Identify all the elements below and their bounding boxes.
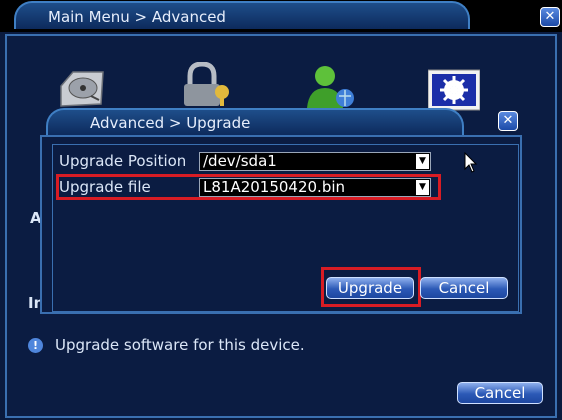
dialog-cancel-button[interactable]: Cancel: [420, 277, 508, 299]
chevron-down-icon[interactable]: ▼: [416, 154, 429, 169]
title-bar: Main Menu > Advanced ✕: [0, 0, 562, 32]
hard-disk-icon[interactable]: [55, 66, 107, 110]
settings-gear-icon[interactable]: [428, 68, 480, 112]
upgrade-position-value: /dev/sda1: [203, 152, 277, 170]
upgrade-position-label: Upgrade Position: [59, 152, 187, 170]
dialog-breadcrumb: Advanced > Upgrade: [46, 108, 464, 135]
info-text: Upgrade software for this device.: [55, 336, 305, 354]
dialog-close-button[interactable]: ✕: [498, 111, 518, 131]
upgrade-dialog: Advanced > Upgrade ✕ Upgrade Position /d…: [40, 107, 522, 314]
upgrade-position-select[interactable]: /dev/sda1 ▼: [199, 152, 431, 171]
main-breadcrumb: Main Menu > Advanced: [14, 1, 470, 29]
upgrade-button-highlight: [321, 267, 421, 307]
info-row: ! Upgrade software for this device.: [28, 336, 305, 354]
mouse-cursor-icon: [464, 152, 478, 173]
main-close-button[interactable]: ✕: [540, 7, 560, 27]
user-icon[interactable]: [305, 64, 357, 108]
info-icon: !: [28, 338, 43, 353]
lock-key-icon[interactable]: [180, 62, 232, 106]
main-cancel-button[interactable]: Cancel: [457, 382, 543, 404]
upgrade-file-highlight: [56, 174, 441, 200]
